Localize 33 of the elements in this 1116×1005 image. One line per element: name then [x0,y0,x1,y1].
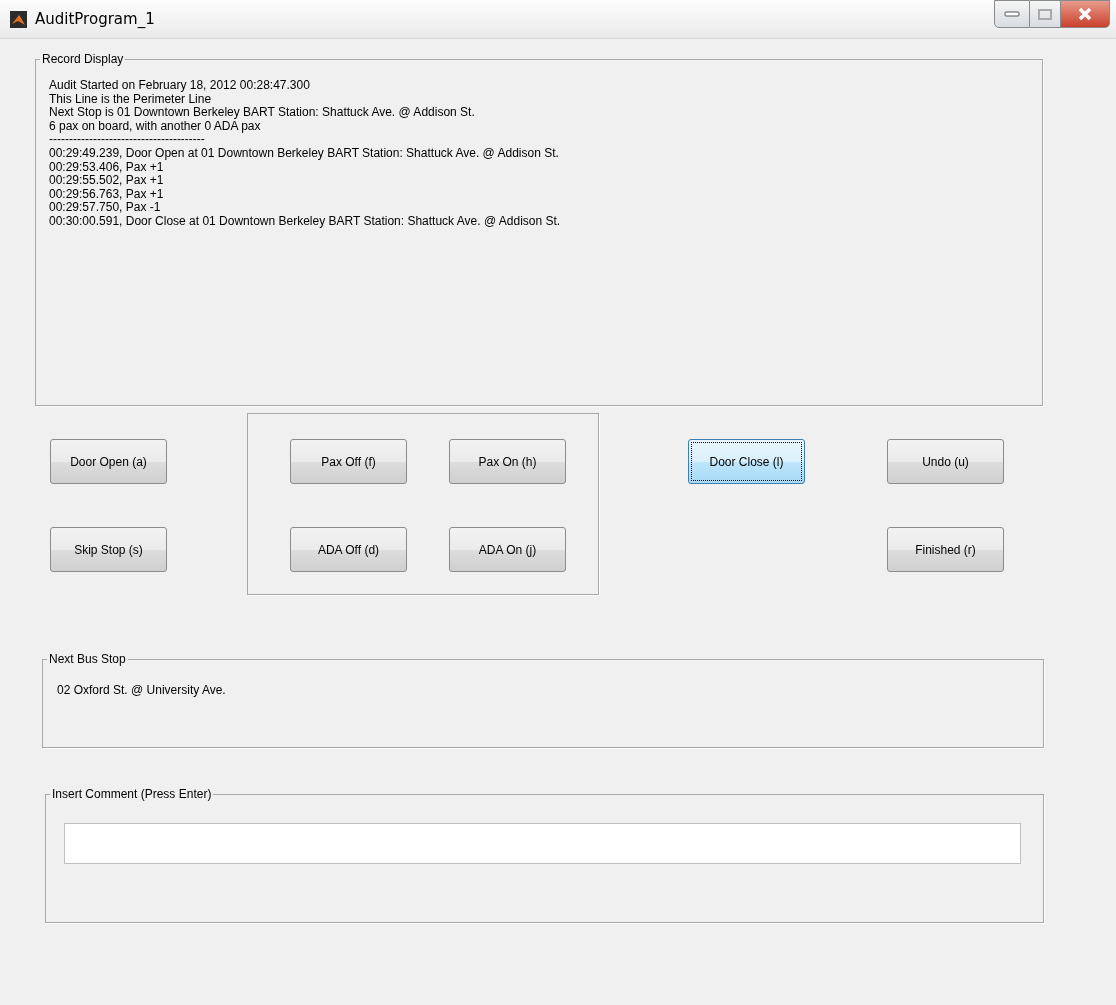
minimize-icon [1004,11,1020,17]
next-stop-text: 02 Oxford St. @ University Ave. [57,683,226,697]
record-display-label: Record Display [41,52,125,66]
comment-label: Insert Comment (Press Enter) [51,787,213,801]
record-line: 00:29:53.406, Pax +1 [49,160,164,175]
record-line: 00:30:00.591, Door Close at 01 Downtown Berkeley BART Station: Shattuck Ave. @ Addison St. [49,214,562,229]
action-button[interactable]: Skip Stop (s) [50,527,167,572]
action-button[interactable]: Pax On (h) [449,439,566,484]
action-button[interactable]: ADA Off (d) [290,527,407,572]
action-button[interactable]: Finished (r) [887,527,1004,572]
record-line: 00:29:57.750, Pax -1 [49,201,162,215]
app-icon [10,10,27,28]
window-title: AuditProgram_1 [35,10,155,28]
maximize-button[interactable] [1030,0,1061,28]
action-button[interactable]: Pax Off (f) [290,439,407,484]
close-icon [1077,7,1093,21]
record-line: 00:29:56.763, Pax +1 [49,187,165,202]
next-bus-stop-label: Next Bus Stop [48,652,127,666]
record-line: 00:29:49.239, Door Open at 01 Downtown Berkeley BART Station: Shattuck Ave. @ Addison St. [49,146,560,161]
record-line: Next Stop is 01 Downtown Berkeley BART Station: Shattuck Ave. @ Addison St. [49,106,476,120]
action-button[interactable]: Undo (u) [887,439,1004,484]
close-button[interactable] [1061,0,1110,28]
action-button[interactable]: ADA On (j) [449,527,566,572]
action-button[interactable]: Door Open (a) [50,439,167,484]
maximize-icon [1038,8,1052,20]
comment-input-field[interactable] [64,823,1021,864]
minimize-button[interactable] [994,0,1030,28]
record-line: --------------------------------------- [49,133,206,147]
record-line: 6 pax on board, with another 0 ADA pax [49,119,262,134]
action-button[interactable]: Door Close (l) [688,439,805,484]
record-line: This Line is the Perimeter Line [49,92,213,107]
record-line: Audit Started on February 18, 2012 00:28:47.300 [49,79,311,93]
record-line: 00:29:55.502, Pax +1 [49,174,165,188]
